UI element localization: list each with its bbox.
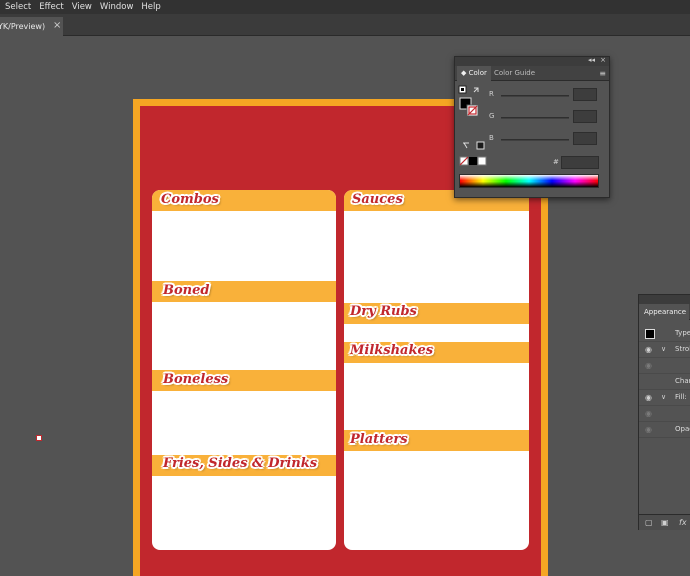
section-title-combos: Combos — [161, 192, 219, 207]
collapse-icon[interactable]: ◂◂ — [588, 56, 595, 64]
fx-icon[interactable]: fx — [679, 518, 687, 527]
appearance-row-characters[interactable]: Characters — [639, 374, 690, 390]
tab-appearance[interactable]: Appearance — [639, 304, 689, 320]
close-icon[interactable]: × — [53, 20, 61, 31]
document-tab-bar: YK/Preview) × — [0, 14, 690, 36]
appearance-panel-tabs: Appearance — [639, 304, 690, 320]
chevron-down-icon[interactable]: ∨ — [661, 393, 666, 401]
appearance-panel: Appearance Type ◉ ∨ Stroke ◉ Characters … — [638, 294, 690, 530]
section-title-platters: Platters — [350, 432, 408, 447]
channel-row-g: G — [455, 110, 609, 124]
tab-color-guide[interactable]: Color Guide — [490, 66, 539, 81]
channel-row-r: R — [455, 88, 609, 102]
section-title-boned: Boned — [163, 283, 210, 298]
section-title-sauces: Sauces — [352, 192, 403, 207]
panel-title-strip[interactable]: ◂◂ × — [455, 56, 609, 66]
appearance-row-label: Characters — [675, 377, 690, 385]
appearance-row-opacity[interactable]: ◉ Opacity — [639, 422, 690, 438]
close-icon[interactable]: × — [600, 56, 606, 64]
menu-help[interactable]: Help — [141, 2, 166, 12]
add-fill-icon[interactable]: ▣ — [661, 518, 669, 527]
section-title-dry-rubs: Dry Rubs — [350, 304, 417, 319]
channel-value-g[interactable] — [573, 110, 597, 123]
appearance-row-fill-detail[interactable]: ◉ — [639, 406, 690, 422]
chevron-down-icon[interactable]: ∨ — [661, 345, 666, 353]
web-safe-swatch — [476, 141, 485, 150]
anchor-point-handle[interactable] — [36, 435, 42, 441]
type-swatch — [645, 329, 655, 339]
channel-label-g: G — [489, 112, 495, 120]
eye-icon[interactable]: ◉ — [645, 361, 652, 370]
color-panel-tabs: ◆ Color Color Guide ≡ — [455, 66, 609, 81]
hex-label: # — [553, 158, 559, 166]
hex-row: # — [455, 156, 609, 170]
eye-icon[interactable]: ◉ — [645, 425, 652, 434]
menu-card-right[interactable]: Sauces Dry Rubs Milkshakes Platters — [344, 190, 529, 550]
panel-menu-icon[interactable]: ≡ — [599, 69, 606, 78]
channel-label-r: R — [489, 90, 494, 98]
appearance-row-label: Type — [675, 329, 690, 337]
channel-label-b: B — [489, 134, 494, 142]
appearance-row-label: Opacity — [675, 425, 690, 433]
tab-color[interactable]: ◆ Color — [457, 66, 491, 81]
menu-card-left[interactable]: Combos Boned Boneless Fries, Sides & Dri… — [152, 190, 336, 550]
color-panel: ◂◂ × ◆ Color Color Guide ≡ R G B # — [454, 56, 610, 198]
appearance-row-type[interactable]: Type — [639, 326, 690, 342]
out-of-gamut-icon — [463, 142, 469, 149]
channel-slider-g[interactable] — [501, 117, 569, 119]
panel-title-strip[interactable] — [639, 295, 690, 304]
appearance-row-label: Stroke — [675, 345, 690, 353]
document-tab[interactable]: YK/Preview) × — [0, 17, 63, 36]
tab-color-label: Color — [468, 69, 487, 77]
channel-slider-r[interactable] — [501, 95, 569, 97]
section-title-milkshakes: Milkshakes — [350, 343, 434, 358]
add-stroke-icon[interactable]: ▢ — [645, 518, 653, 527]
eye-icon[interactable]: ◉ — [645, 393, 652, 402]
menu-window[interactable]: Window — [100, 2, 140, 12]
eye-icon[interactable]: ◉ — [645, 409, 652, 418]
appearance-row-fill[interactable]: ◉ ∨ Fill: — [639, 390, 690, 406]
channel-value-b[interactable] — [573, 132, 597, 145]
appearance-row-stroke[interactable]: ◉ ∨ Stroke — [639, 342, 690, 358]
menu-bar: Select Effect View Window Help — [0, 0, 690, 14]
document-tab-title: YK/Preview) — [0, 22, 46, 31]
hex-input[interactable] — [561, 156, 599, 169]
menu-view[interactable]: View — [72, 2, 98, 12]
channel-slider-b[interactable] — [501, 139, 569, 141]
appearance-row-label: Fill: — [675, 393, 687, 401]
section-title-boneless: Boneless — [163, 372, 229, 387]
menu-effect[interactable]: Effect — [39, 2, 69, 12]
appearance-footer: ▢ ▣ fx — [639, 514, 690, 530]
channel-value-r[interactable] — [573, 88, 597, 101]
menu-select[interactable]: Select — [5, 2, 37, 12]
section-title-fries-sides-drinks: Fries, Sides & Drinks — [163, 456, 318, 471]
color-spectrum-bar[interactable] — [459, 174, 599, 188]
appearance-row-stroke-detail[interactable]: ◉ — [639, 358, 690, 374]
eye-icon[interactable]: ◉ — [645, 345, 652, 354]
